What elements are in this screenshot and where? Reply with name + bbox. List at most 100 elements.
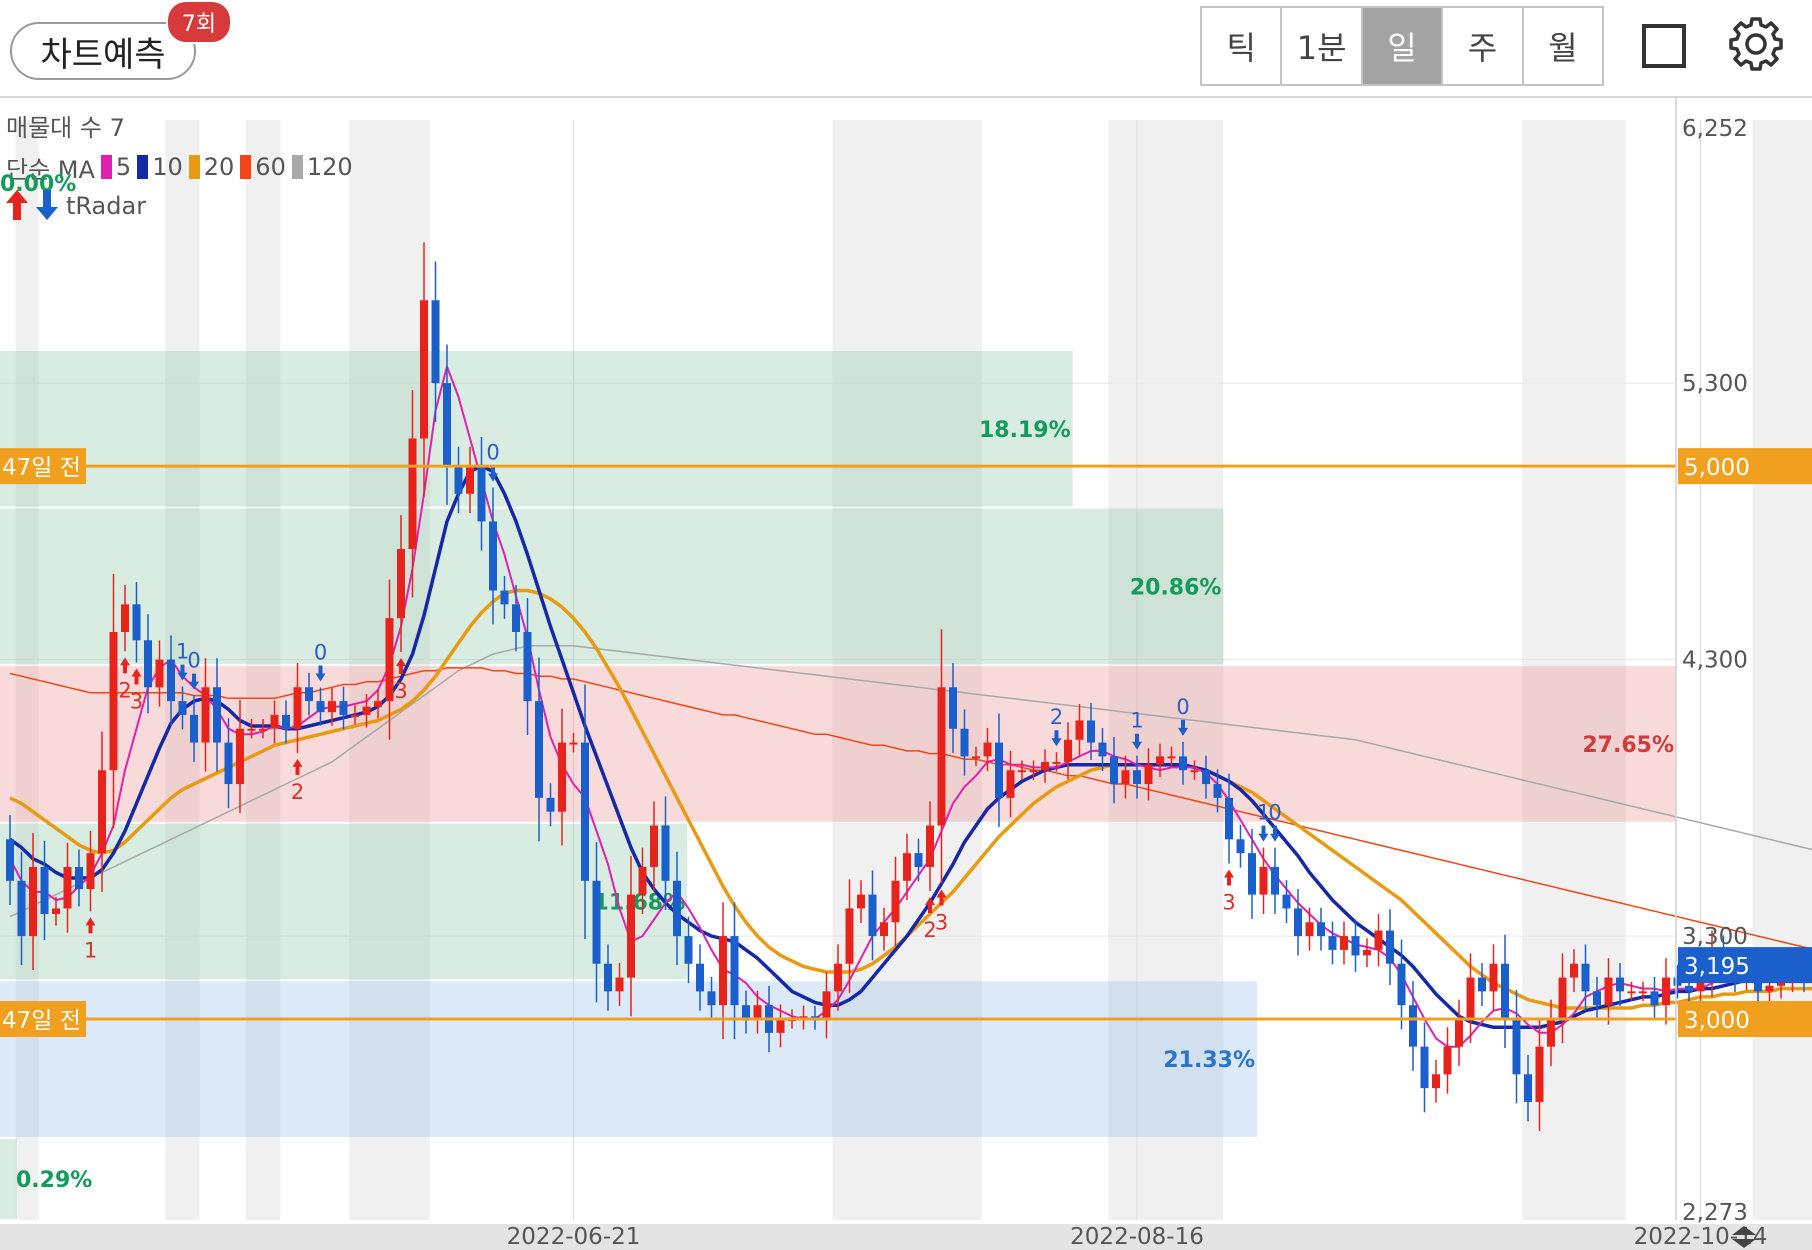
buy-signal-count: 3 — [130, 690, 143, 714]
candle-body — [926, 825, 934, 867]
candle-body — [960, 728, 969, 757]
candle-body — [1455, 1019, 1463, 1047]
candle-body — [40, 866, 49, 914]
candle-body — [1075, 720, 1084, 740]
up-arrow-icon — [6, 190, 28, 220]
price-line-left-label: 47일 전 — [2, 1008, 81, 1034]
candle-body — [1627, 991, 1636, 994]
candle-body — [1110, 756, 1118, 785]
candle-body — [362, 706, 371, 715]
date-label: 2022-08-16 — [1070, 1224, 1204, 1250]
candle-body — [109, 631, 118, 771]
candle-body — [247, 728, 256, 731]
sell-signal-count: 0 — [314, 641, 327, 665]
candle-body — [891, 880, 900, 923]
candle-body — [420, 300, 428, 439]
period-month-button[interactable]: 월 — [1524, 8, 1602, 84]
buy-signal-count: 3 — [935, 911, 948, 935]
candle-body — [75, 866, 83, 890]
candle-body — [937, 687, 946, 826]
price-line-left-label: 47일 전 — [2, 455, 81, 481]
buy-signal-arrow — [1224, 869, 1234, 886]
candle-body — [1604, 977, 1613, 1006]
candle-body — [719, 936, 727, 1006]
candle-body — [1466, 977, 1475, 1020]
candle-body — [707, 991, 716, 1006]
y-tick-label: 4,300 — [1682, 648, 1748, 674]
candle-body — [1685, 985, 1693, 992]
volume-zone-percent: 21.33% — [1163, 1048, 1255, 1073]
candle-body — [1087, 720, 1095, 743]
background-band — [1752, 120, 1812, 1220]
candle-body — [1052, 761, 1061, 764]
candle-body — [293, 687, 302, 729]
candle-body — [132, 604, 141, 641]
candle-body — [305, 687, 313, 702]
candle-body — [1156, 756, 1164, 765]
date-axis: 2022-06-21 2022-08-16 2022-10-14 — [0, 1224, 1768, 1250]
candle-body — [408, 438, 417, 550]
candle-body — [857, 894, 865, 909]
candle-body — [270, 714, 279, 729]
current-price-label: 3,195 — [1684, 954, 1750, 980]
candle-body — [880, 922, 888, 937]
candle-body — [178, 701, 187, 715]
candle-body — [1098, 742, 1107, 757]
scroll-updown-icon[interactable] — [1726, 1224, 1762, 1250]
candle-body — [52, 908, 60, 914]
candle-body — [1328, 936, 1337, 950]
ma60-period: 60 — [255, 153, 286, 181]
candle-body — [17, 880, 26, 937]
candle-body — [604, 963, 612, 992]
candle-body — [1593, 991, 1601, 1006]
candle-body — [1524, 1074, 1532, 1102]
candle-body — [1570, 963, 1578, 978]
candle-body — [903, 853, 911, 881]
period-week-button[interactable]: 주 — [1443, 8, 1524, 84]
candle-body — [1616, 977, 1624, 992]
candle-body — [1501, 963, 1509, 1020]
candle-body — [1029, 770, 1038, 773]
candle-body — [742, 1005, 750, 1020]
candle-body — [1558, 977, 1567, 1020]
predict-count-badge: 7회 — [166, 0, 232, 44]
candle-body — [443, 383, 451, 467]
fullscreen-square-icon[interactable] — [1642, 24, 1686, 68]
gear-icon[interactable] — [1726, 14, 1786, 74]
ma20-swatch — [188, 155, 200, 179]
candle-body — [730, 936, 739, 1006]
candle-body — [374, 701, 382, 707]
candlestick-chart[interactable]: 18.19%20.86%27.65%11.68%21.33%0.29%12310… — [0, 98, 1812, 1224]
top-toolbar: 차트예측 7회 틱 1분 일 주 월 — [0, 0, 1812, 98]
period-1min-button[interactable]: 1분 — [1282, 8, 1363, 84]
period-day-button[interactable]: 일 — [1362, 8, 1444, 84]
candle-body — [1294, 908, 1302, 937]
candle-body — [972, 756, 980, 759]
candle-body — [1259, 866, 1268, 895]
period-tick-button[interactable]: 틱 — [1202, 8, 1283, 84]
candle-body — [535, 701, 543, 798]
candle-body — [1351, 936, 1360, 956]
sell-signal-count: 0 — [486, 441, 499, 465]
sell-signal-arrow — [1258, 825, 1269, 842]
candle-body — [1489, 963, 1498, 992]
candle-body — [477, 466, 486, 522]
candle-body — [121, 604, 129, 632]
candle-body — [661, 825, 670, 881]
buy-signal-count: 3 — [394, 679, 407, 703]
period-selector: 틱 1분 일 주 월 — [1200, 6, 1604, 86]
candle-body — [983, 742, 992, 757]
candle-body — [834, 963, 842, 992]
price-line-right-label: 3,000 — [1684, 1008, 1750, 1034]
candle-body — [1443, 1046, 1452, 1075]
candle-body — [569, 742, 578, 745]
candle-body — [167, 659, 175, 702]
candle-body — [696, 963, 704, 992]
candle-body — [328, 701, 336, 713]
sell-signal-arrow — [1270, 825, 1280, 842]
candle-body — [1190, 770, 1199, 773]
volume-zone — [0, 1138, 17, 1219]
candle-body — [822, 991, 831, 1020]
volume-zone — [0, 351, 1073, 507]
candle-body — [1236, 839, 1245, 854]
